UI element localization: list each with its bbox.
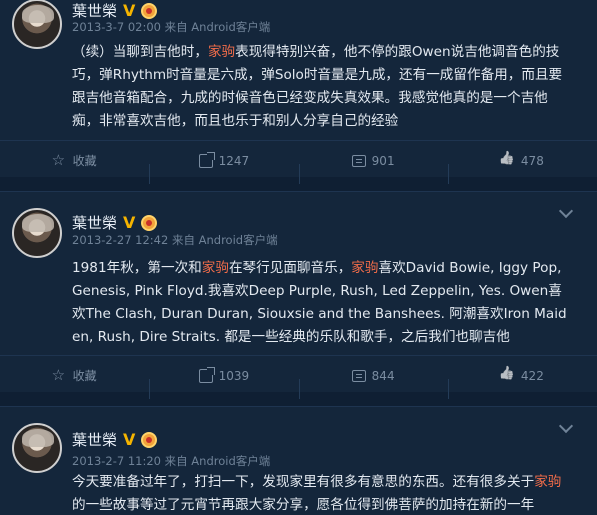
favorite-button[interactable]: 收藏 — [0, 366, 149, 384]
post-card: 葉世榮 V 2013-2-7 11:20 来自 Android客户端 今天要准备… — [0, 406, 597, 515]
favorite-button[interactable]: 收藏 — [0, 151, 149, 169]
like-count: 422 — [520, 368, 544, 383]
author-row: 葉世榮 V — [72, 429, 158, 450]
author-row: 葉世榮 V — [72, 0, 158, 21]
repost-count: 1247 — [218, 153, 250, 168]
post-text: 1981年秋，第一次和家驹在琴行见面聊音乐，家驹喜欢David Bowie, I… — [72, 257, 572, 349]
text-segment: 今天要准备过年了，打扫一下，发现家里有很多有意思的东西。还有很多关于 — [72, 474, 535, 490]
favorite-label: 收藏 — [72, 369, 97, 383]
text-segment: 的一些故事等过了元宵节再跟大家分享，愿各位得到佛菩萨的加持在新的一年 — [72, 497, 535, 513]
comment-button[interactable]: 844 — [298, 368, 448, 399]
medal-icon — [141, 2, 158, 19]
verified-icon: V — [123, 213, 136, 232]
medal-icon — [141, 431, 158, 448]
mention-link[interactable]: 家驹 — [202, 260, 229, 276]
text-segment: （续）当聊到吉他时， — [72, 44, 208, 60]
like-button[interactable]: 422 — [447, 368, 597, 399]
comment-icon — [351, 369, 366, 382]
comment-count: 844 — [371, 368, 395, 383]
post-meta: 2013-2-27 12:42 来自 Android客户端 — [72, 233, 278, 247]
repost-button[interactable]: 1039 — [149, 366, 298, 399]
action-bar: 收藏 1039 844 422 — [0, 355, 597, 399]
mention-link[interactable]: 家驹 — [208, 44, 235, 60]
thumbs-up-icon — [501, 154, 515, 168]
comment-button[interactable]: 901 — [298, 153, 448, 184]
verified-icon: V — [123, 1, 136, 20]
action-bar: 收藏 1247 901 478 — [0, 140, 597, 184]
post-card: 葉世榮 V 2013-2-27 12:42 来自 Android客户端 1981… — [0, 191, 597, 399]
repost-icon — [198, 366, 215, 383]
mention-link[interactable]: 家驹 — [534, 474, 561, 490]
author-name[interactable]: 葉世榮 — [72, 212, 117, 233]
verified-icon: V — [123, 430, 136, 449]
thumbs-up-icon — [501, 369, 515, 383]
medal-icon — [141, 214, 158, 231]
post-card: 葉世榮 V 2013-3-7 02:00 来自 Android客户端 （续）当聊… — [0, 0, 597, 184]
post-text: 今天要准备过年了，打扫一下，发现家里有很多有意思的东西。还有很多关于家驹的一些故… — [72, 471, 572, 515]
mention-link[interactable]: 家驹 — [351, 260, 378, 276]
like-button[interactable]: 478 — [447, 153, 597, 184]
post-meta: 2013-2-7 11:20 来自 Android客户端 — [72, 454, 271, 468]
text-segment: 在琴行见面聊音乐， — [228, 260, 352, 276]
avatar[interactable] — [12, 0, 62, 49]
repost-count: 1039 — [218, 368, 250, 383]
avatar[interactable] — [12, 423, 62, 473]
author-name[interactable]: 葉世榮 — [72, 0, 117, 21]
post-text: （续）当聊到吉他时，家驹表现得特别兴奋，他不停的跟Owen说吉他调音色的技巧，弹… — [72, 41, 572, 133]
star-icon — [52, 366, 67, 384]
favorite-label: 收藏 — [72, 154, 97, 168]
text-segment: 1981年秋，第一次和 — [72, 260, 202, 276]
post-meta: 2013-3-7 02:00 来自 Android客户端 — [72, 20, 271, 34]
chevron-down-icon[interactable] — [558, 418, 574, 434]
like-count: 478 — [520, 153, 544, 168]
comment-icon — [351, 154, 366, 167]
chevron-down-icon[interactable] — [558, 203, 574, 219]
star-icon — [52, 151, 67, 169]
comment-count: 901 — [371, 153, 395, 168]
avatar[interactable] — [12, 208, 62, 258]
repost-button[interactable]: 1247 — [149, 151, 298, 184]
author-name[interactable]: 葉世榮 — [72, 429, 117, 450]
author-row: 葉世榮 V — [72, 212, 158, 233]
repost-icon — [198, 151, 215, 168]
